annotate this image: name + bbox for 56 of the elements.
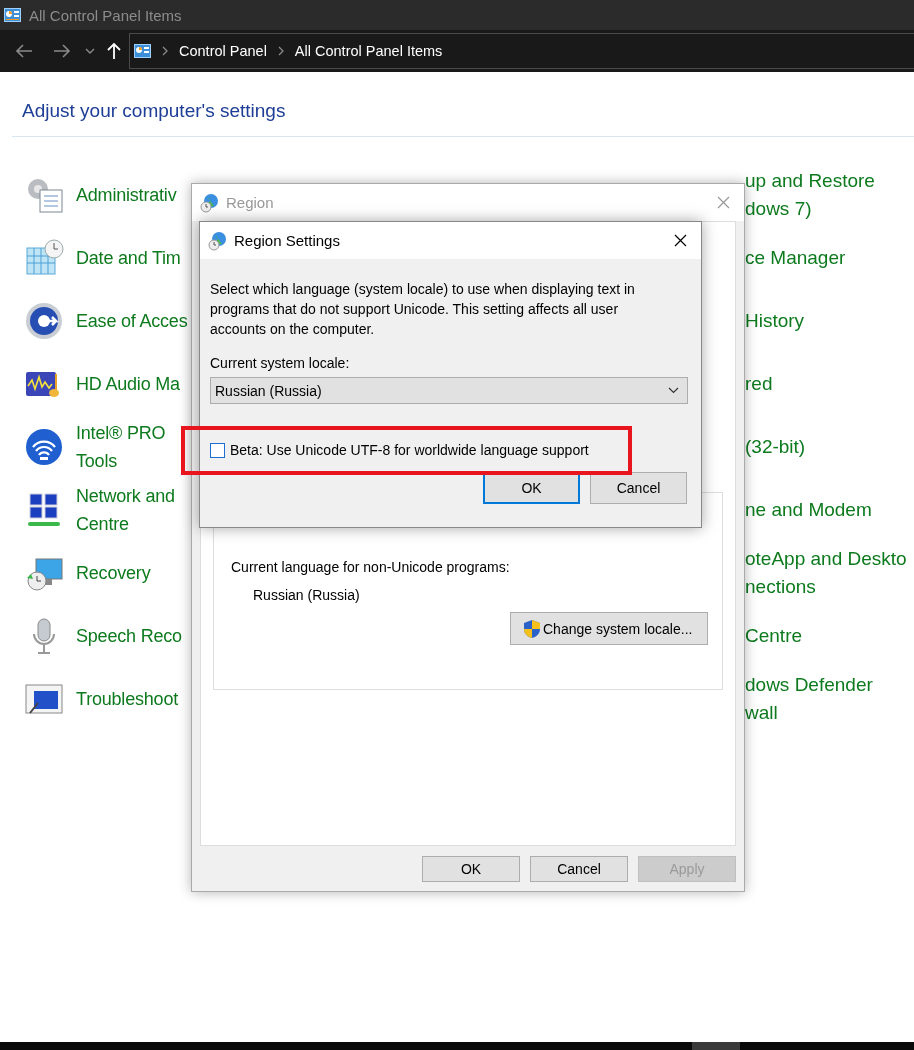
up-arrow-icon[interactable] <box>107 42 121 60</box>
description-text: Select which language (system locale) to use when displaying text in programs that do not support Unicode. This setting affects all user accounts on the computer. <box>210 280 636 339</box>
control-panel-link[interactable]: red <box>745 369 773 398</box>
dialog-button[interactable]: Cancel <box>590 472 687 504</box>
dialog-button[interactable]: OK <box>422 856 520 882</box>
control-panel-link[interactable]: Date and Tim <box>76 243 181 272</box>
locale-label: Current system locale: <box>210 355 351 371</box>
wireless-icon[interactable] <box>24 426 64 467</box>
control-panel-link[interactable]: Troubleshoot <box>76 684 178 713</box>
control-panel-link[interactable]: ne and Modem <box>745 495 872 524</box>
control-panel-link[interactable]: dows Defender <box>745 670 873 699</box>
control-panel-link[interactable]: Ease of Acces <box>76 306 188 335</box>
chevron-right-icon <box>277 46 284 56</box>
chevron-down-icon <box>668 387 679 394</box>
control-panel-link[interactable]: HD Audio Ma <box>76 369 180 398</box>
shield-icon <box>523 618 541 639</box>
control-panel-icon <box>134 44 151 58</box>
control-panel-link[interactable]: Centre <box>745 621 803 650</box>
control-panel-link[interactable]: nections <box>745 572 907 601</box>
control-panel-link[interactable]: (32-bit) <box>745 432 806 461</box>
globe-clock-icon <box>208 230 228 251</box>
locale-dropdown[interactable]: Russian (Russia) <box>210 377 688 404</box>
control-panel-link[interactable]: Recovery <box>76 558 151 587</box>
dialog-title: Region Settings <box>234 232 341 249</box>
control-panel-link[interactable]: Speech Reco <box>76 621 182 650</box>
control-panel-link[interactable]: Tools <box>76 446 166 475</box>
dialog-title: Region <box>226 194 275 211</box>
control-panel-link[interactable]: History <box>745 306 805 335</box>
control-panel-link[interactable]: Intel® PRO <box>76 418 166 447</box>
window-title: All Control Panel Items <box>29 6 182 24</box>
page-heading: Adjust your computer's settings <box>22 100 287 123</box>
change-locale-button[interactable]: Change system locale... <box>510 612 708 645</box>
address-bar[interactable]: Control Panel All Control Panel Items <box>129 33 914 69</box>
control-panel-icon <box>4 8 21 22</box>
breadcrumb-item[interactable]: Control Panel <box>179 43 267 59</box>
dialog-button[interactable]: Cancel <box>530 856 628 882</box>
checkbox[interactable] <box>210 442 225 458</box>
chevron-right-icon <box>162 46 168 56</box>
chevron-down-icon[interactable] <box>85 48 95 54</box>
globe-clock-icon <box>200 192 220 213</box>
control-panel-link[interactable]: oteApp and Deskto <box>745 544 907 573</box>
forward-arrow-icon[interactable] <box>53 44 71 58</box>
checkbox-label[interactable]: Beta: Use Unicode UTF-8 for worldwide language support <box>230 442 589 458</box>
control-panel-link[interactable]: dows 7) <box>745 194 875 223</box>
control-panel-link[interactable]: Network and <box>76 481 175 510</box>
control-panel-link[interactable]: wall <box>745 698 873 727</box>
control-panel-link[interactable]: Administrativ <box>76 180 177 209</box>
breadcrumb-item[interactable]: All Control Panel Items <box>294 43 443 59</box>
current-language: Russian (Russia) <box>253 587 361 603</box>
control-panel-link[interactable]: Centre <box>76 509 175 538</box>
control-panel-link[interactable]: up and Restore <box>745 166 875 195</box>
close-icon[interactable] <box>674 234 687 247</box>
dial-icon[interactable] <box>24 300 64 341</box>
back-arrow-icon[interactable] <box>15 44 33 58</box>
group-label: Current language for non-Unicode programs: <box>231 559 511 575</box>
control-panel-link[interactable]: ce Manager <box>745 243 846 272</box>
